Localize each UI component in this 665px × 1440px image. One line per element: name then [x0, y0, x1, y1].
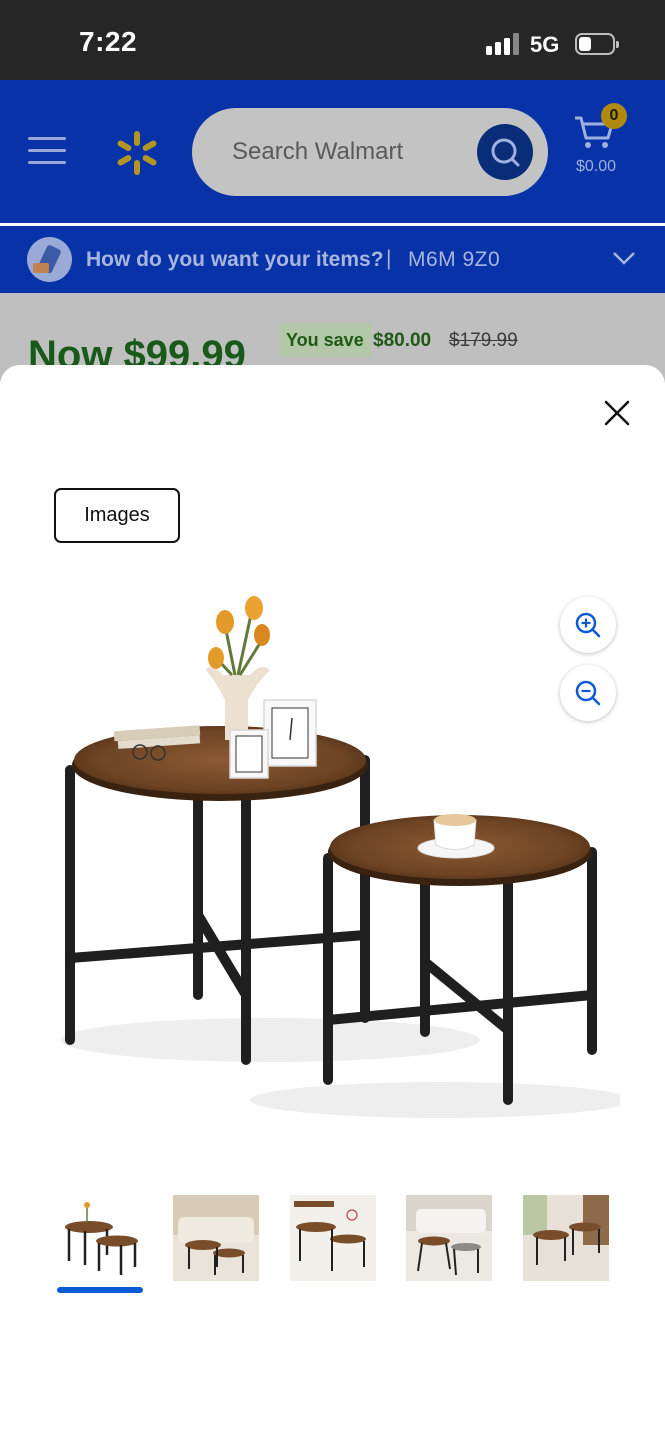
page-behind-overlay: Search Walmart 0 $0.00 How do you want y… — [0, 80, 665, 383]
search-icon — [491, 138, 520, 167]
zoom-out-icon — [575, 680, 601, 706]
thumbnail-selected-indicator — [57, 1287, 143, 1293]
delivery-question: How do you want your items? — [86, 248, 384, 271]
network-type: 5G — [530, 32, 560, 57]
cart-button[interactable]: 0 $0.00 — [572, 103, 632, 183]
menu-icon[interactable] — [28, 137, 66, 165]
zoom-in-button[interactable] — [560, 597, 616, 653]
delivery-separator: | — [386, 247, 392, 270]
search-input[interactable]: Search Walmart — [192, 108, 548, 196]
battery-icon — [575, 33, 619, 55]
walmart-header: Search Walmart 0 $0.00 — [0, 80, 665, 223]
walmart-spark-icon[interactable] — [112, 128, 162, 178]
tab-images[interactable]: Images — [54, 488, 180, 543]
delivery-phone-icon — [27, 237, 72, 282]
thumbnail-tables-living-room[interactable] — [173, 1195, 259, 1281]
search-button[interactable] — [477, 124, 533, 180]
thumbnail-tables-with-plants[interactable] — [523, 1195, 609, 1281]
you-save-badge: You save — [279, 323, 371, 357]
cart-total: $0.00 — [576, 158, 617, 175]
status-bar: 7:22 5G — [0, 0, 665, 80]
main-product-image[interactable] — [40, 590, 620, 1140]
thumbnail-tables-dimensions[interactable] — [290, 1195, 376, 1281]
status-time: 7:22 — [79, 26, 138, 57]
thumbnail-strip — [0, 1195, 665, 1295]
search-placeholder: Search Walmart — [232, 138, 404, 165]
chevron-down-icon[interactable] — [612, 250, 636, 266]
save-amount: $80.00 — [373, 330, 432, 351]
was-price: $179.99 — [449, 330, 518, 351]
image-gallery-sheet: Images — [0, 365, 665, 1440]
thumbnail-tables-white-background[interactable] — [57, 1195, 143, 1281]
close-icon[interactable] — [598, 394, 636, 432]
signal-strength-icon — [486, 33, 520, 55]
zoom-in-icon — [575, 612, 601, 638]
cart-count-badge: 0 — [601, 103, 627, 129]
thumbnail-tables-lounge-setting[interactable] — [406, 1195, 492, 1281]
delivery-postal-code: M6M 9Z0 — [408, 248, 501, 271]
delivery-selector[interactable]: How do you want your items? | M6M 9Z0 — [0, 226, 665, 293]
zoom-out-button[interactable] — [560, 665, 616, 721]
